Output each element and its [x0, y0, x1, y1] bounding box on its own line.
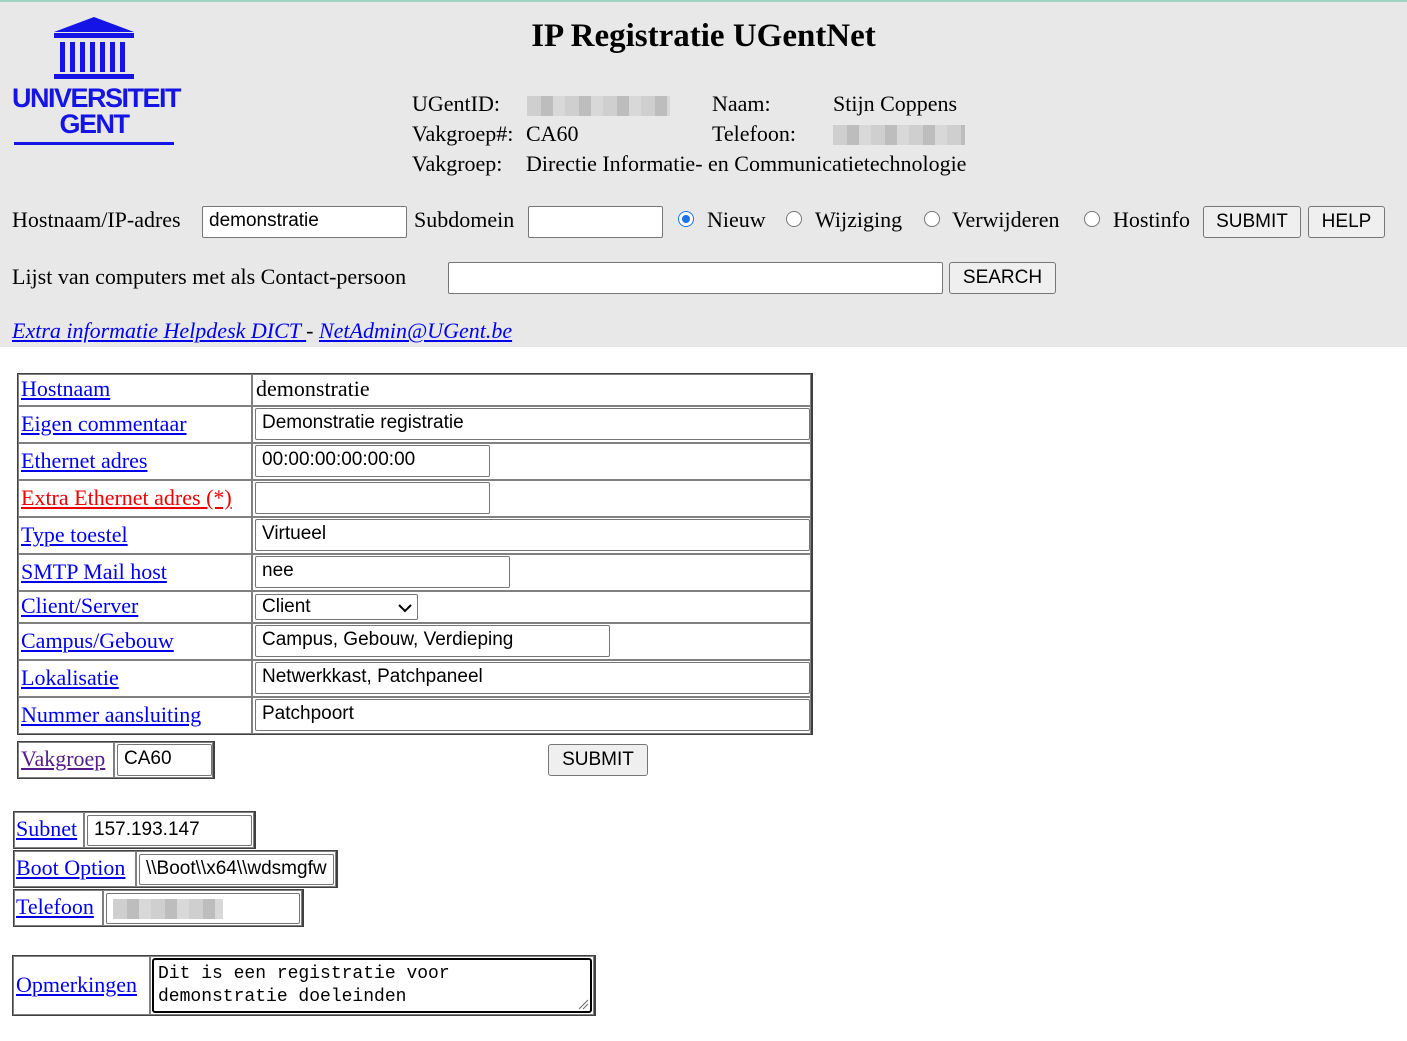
resize-handle-icon[interactable] [577, 998, 589, 1010]
vakgroep-value: Directie Informatie- en Communicatietech… [526, 151, 967, 176]
extra-ethernet-link[interactable]: Extra Ethernet adres (*) [21, 485, 232, 511]
type-link[interactable]: Type toestel [21, 522, 128, 548]
boot-input[interactable]: \\Boot\\x64\\wdsmgfw [139, 854, 334, 885]
opmerkingen-textarea[interactable]: Dit is een registratie voor demonstratie… [152, 958, 592, 1013]
vakgroepnr-value: CA60 [526, 121, 579, 146]
hostnaam-value: demonstratie [256, 376, 370, 401]
page-title: IP Registratie UGentNet [531, 18, 876, 54]
radio-hostinfo[interactable] [1084, 211, 1100, 227]
opmerkingen-text: Dit is een registratie voor demonstratie… [158, 964, 450, 1007]
logo-underline [14, 142, 174, 145]
radio-wijziging-label: Wijziging [815, 207, 903, 232]
clientserver-selected: Client [262, 596, 311, 617]
campus-link[interactable]: Campus/Gebouw [21, 628, 174, 654]
commentaar-link[interactable]: Eigen commentaar [21, 411, 187, 437]
radio-verwijderen-label: Verwijderen [952, 207, 1060, 232]
hostname-label: Hostnaam/IP-adres [12, 207, 181, 232]
subdomain-label: Subdomein [414, 207, 515, 232]
search-button[interactable]: SEARCH [949, 262, 1056, 294]
ethernet-input[interactable]: 00:00:00:00:00:00 [255, 445, 490, 477]
type-input[interactable]: Virtueel [255, 519, 810, 551]
radio-nieuw-label: Nieuw [707, 207, 766, 232]
naam-label: Naam: [712, 91, 771, 116]
vakgroep-label: Vakgroep: [412, 151, 503, 176]
lokalisatie-link[interactable]: Lokalisatie [21, 665, 119, 691]
clientserver-link[interactable]: Client/Server [21, 593, 138, 619]
radio-hostinfo-label: Hostinfo [1113, 207, 1190, 232]
submit-form-button[interactable]: SUBMIT [548, 744, 648, 776]
chevron-down-icon [398, 604, 412, 613]
lokalisatie-input[interactable]: Netwerkkast, Patchpaneel [255, 662, 810, 694]
ethernet-link[interactable]: Ethernet adres [21, 448, 147, 474]
logo-line1: UNIVERSITEIT [12, 83, 182, 113]
telefoon-link[interactable]: Telefoon [16, 894, 94, 920]
vakgroep-link[interactable]: Vakgroep [21, 746, 105, 772]
nummer-input[interactable]: Patchpoort [255, 699, 810, 731]
telefoon-input-redacted [113, 899, 223, 919]
helpdesk-link[interactable]: Extra informatie Helpdesk DICT [12, 318, 306, 343]
links-row: Extra informatie Helpdesk DICT - NetAdmi… [12, 318, 512, 344]
ugentid-redacted [527, 96, 670, 116]
vakgroep-input[interactable]: CA60 [117, 744, 212, 776]
naam-value: Stijn Coppens [833, 91, 958, 116]
ugentid-label: UGentID: [412, 91, 500, 116]
telefoon-redacted [833, 125, 965, 145]
contact-label: Lijst van computers met als Contact-pers… [12, 264, 407, 289]
smtp-link[interactable]: SMTP Mail host [21, 559, 167, 585]
links-separator: - [306, 318, 319, 343]
logo-line2: GENT [59, 109, 130, 139]
netadmin-link[interactable]: NetAdmin@UGent.be [319, 318, 512, 343]
hostnaam-link[interactable]: Hostnaam [21, 376, 110, 402]
subnet-link[interactable]: Subnet [16, 816, 77, 842]
subnet-input[interactable]: 157.193.147 [87, 815, 252, 846]
subdomain-input[interactable] [528, 206, 663, 238]
campus-input[interactable]: Campus, Gebouw, Verdieping [255, 625, 610, 657]
radio-wijziging[interactable] [786, 211, 802, 227]
telefoon-label: Telefoon: [712, 121, 796, 146]
radio-nieuw[interactable] [678, 211, 694, 227]
submit-search-button[interactable]: SUBMIT [1203, 206, 1301, 238]
contact-input[interactable] [448, 262, 943, 294]
vakgroepnr-label: Vakgroep#: [412, 121, 514, 146]
boot-link[interactable]: Boot Option [16, 855, 125, 881]
radio-verwijderen[interactable] [924, 211, 940, 227]
smtp-input[interactable]: nee [255, 556, 510, 588]
nummer-link[interactable]: Nummer aansluiting [21, 702, 201, 728]
clientserver-select[interactable]: Client [255, 594, 418, 620]
commentaar-input[interactable]: Demonstratie registratie [255, 408, 810, 440]
help-button[interactable]: HELP [1308, 206, 1385, 238]
hostname-input[interactable]: demonstratie [202, 206, 407, 238]
extra-ethernet-input[interactable] [255, 482, 490, 514]
header-panel: UNIVERSITEIT GENT IP Registratie UGentNe… [0, 0, 1407, 347]
opmerkingen-link[interactable]: Opmerkingen [16, 972, 137, 998]
